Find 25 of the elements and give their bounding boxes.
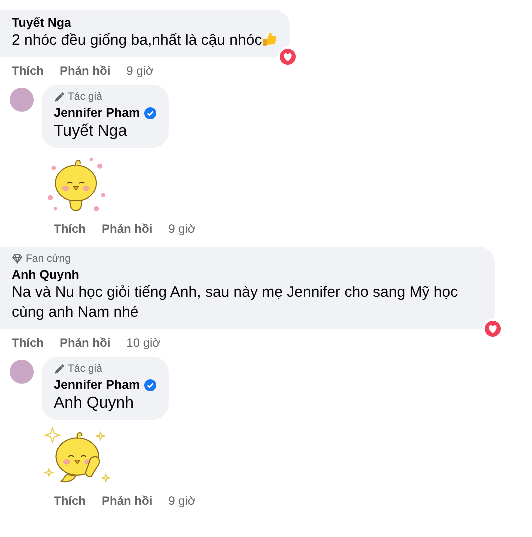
comment-time: 10 giờ <box>126 335 161 351</box>
comment-text: Na và Nu học giỏi tiếng Anh, sau này mẹ Jennifer cho sang Mỹ học cùng anh Nam nhé <box>12 284 458 321</box>
reply-link[interactable]: Phản hồi <box>60 63 111 79</box>
avatar-photo <box>10 88 34 112</box>
comment-time: 9 giờ <box>168 221 196 237</box>
comment-text: Anh Quynh <box>54 395 134 412</box>
badge-label: Fan cứng <box>26 253 71 265</box>
reply-link[interactable]: Phản hồi <box>60 335 111 351</box>
reply-link[interactable]: Phản hồi <box>102 493 153 509</box>
avatar-photo <box>10 360 34 384</box>
author-name[interactable]: Anh Quynh <box>12 267 80 283</box>
like-link[interactable]: Thích <box>12 335 44 351</box>
comment-time: 9 giờ <box>126 63 154 79</box>
like-link[interactable]: Thích <box>54 493 86 509</box>
like-link[interactable]: Thích <box>12 63 44 79</box>
comment-text: Tuyết Nga <box>54 123 128 140</box>
author-name[interactable]: Jennifer Pham <box>54 105 158 121</box>
reply-link[interactable]: Phản hồi <box>102 221 153 237</box>
comment-time: 9 giờ <box>168 493 196 509</box>
author-name[interactable]: Tuyết Nga <box>12 15 72 31</box>
like-link[interactable]: Thích <box>54 221 86 237</box>
author-name[interactable]: Jennifer Pham <box>54 377 158 393</box>
badge-label: Tác giả <box>68 363 102 375</box>
comment-text: 2 nhóc đều giống ba,nhất là cậu nhóc <box>12 32 262 49</box>
badge-label: Tác giả <box>68 91 102 103</box>
